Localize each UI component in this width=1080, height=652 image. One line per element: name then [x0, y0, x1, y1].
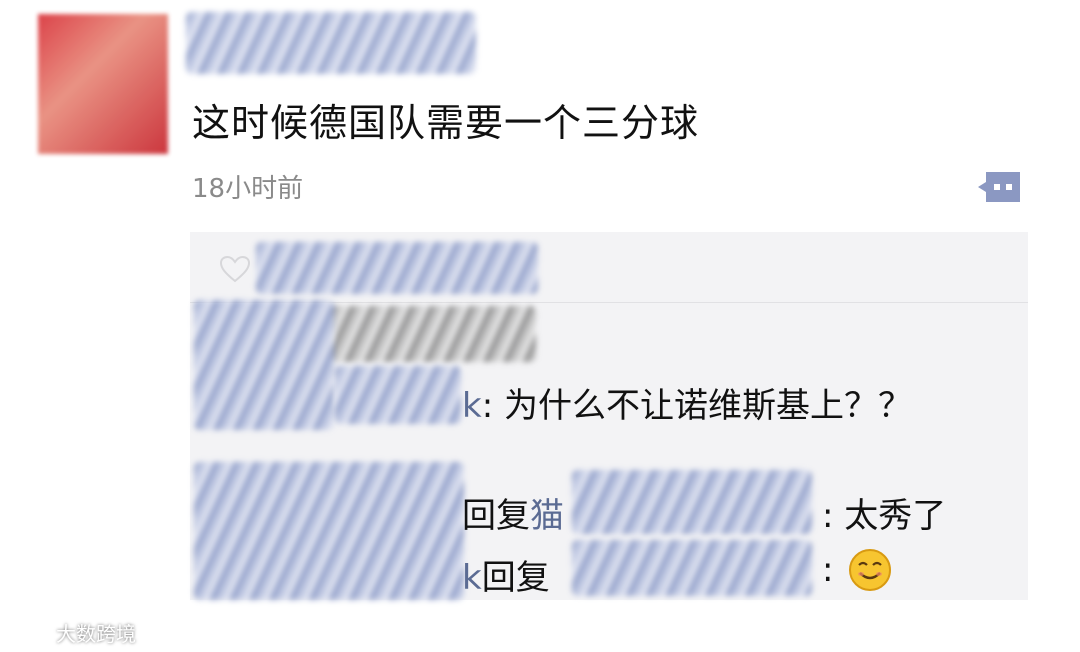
comment-button[interactable] [976, 170, 1024, 204]
like-list-redacted[interactable] [256, 242, 538, 294]
grinning-face-emoji-icon [849, 549, 891, 591]
username-redacted[interactable] [186, 12, 476, 74]
reply-label: 回复 [462, 496, 530, 536]
comment-text-line: : 太秀了 [822, 488, 946, 537]
comment-text: : 为什么不让诺维斯基上？？ [481, 386, 912, 426]
weibo-logo-icon [10, 624, 46, 641]
comment-item[interactable]: k回复 [462, 550, 550, 599]
reply-target-redacted-2[interactable] [572, 540, 812, 596]
comment-redacted-gray [330, 306, 536, 362]
comment-text-line: : [822, 550, 833, 590]
commenter-name-redacted[interactable] [335, 366, 461, 424]
heart-outline-icon[interactable] [218, 254, 252, 284]
comment-text: 太秀了 [844, 496, 947, 536]
post-text: 这时候德国队需要一个三分球 [192, 101, 700, 145]
comment-item[interactable]: k: 为什么不让诺维斯基上？？ [462, 378, 912, 427]
comment-bubble-icon [978, 172, 1020, 202]
reply-separator: : [822, 550, 834, 590]
commenter-name[interactable]: k [462, 558, 482, 598]
reply-label: 回复 [481, 558, 550, 598]
watermark: 大数跨境 [8, 618, 136, 647]
reply-target-name[interactable]: 猫 [530, 496, 564, 536]
avatar[interactable] [38, 14, 168, 154]
commenter-name[interactable]: k [462, 386, 482, 426]
watermark-text: 大数跨境 [56, 622, 136, 646]
post-timestamp: 18小时前 [192, 174, 304, 204]
reply-avatars-redacted[interactable] [194, 462, 464, 600]
reply-target-redacted-1[interactable] [572, 470, 812, 534]
reply-separator: : [822, 496, 834, 536]
commenter-avatars-redacted[interactable] [194, 300, 334, 430]
comment-item[interactable]: 回复猫 [462, 488, 564, 537]
